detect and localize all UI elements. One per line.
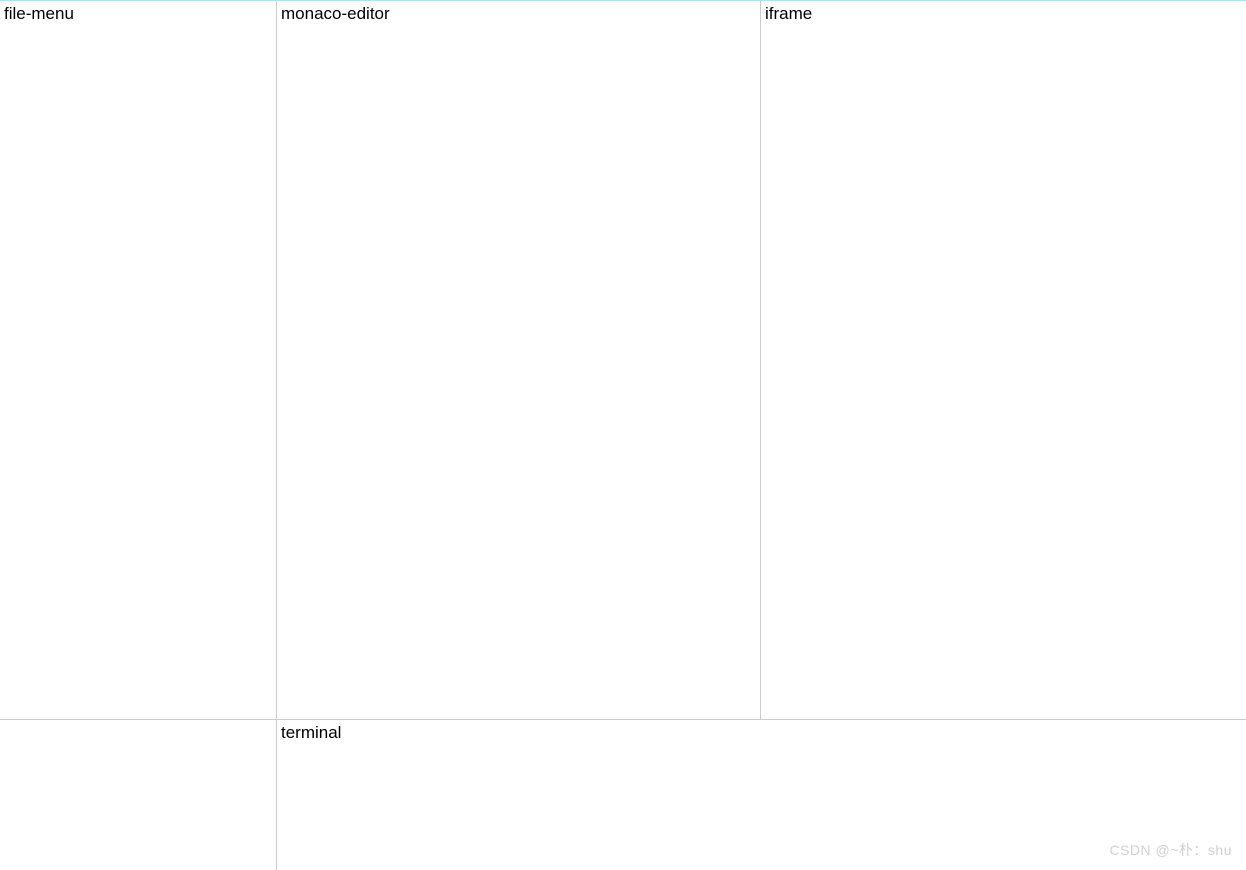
layout-container: file-menu monaco-editor iframe terminal [0, 0, 1246, 870]
top-row: file-menu monaco-editor iframe [0, 1, 1246, 719]
terminal-label: terminal [281, 723, 341, 742]
monaco-editor-panel[interactable]: monaco-editor [276, 1, 761, 719]
file-menu-panel[interactable]: file-menu [0, 1, 276, 719]
watermark-text: CSDN @~朴：shu [1109, 840, 1232, 860]
bottom-row: terminal [0, 719, 1246, 870]
iframe-panel[interactable]: iframe [761, 1, 1246, 719]
bottom-spacer [0, 720, 276, 870]
iframe-label: iframe [765, 4, 812, 23]
terminal-panel[interactable]: terminal [276, 720, 1246, 870]
monaco-editor-label: monaco-editor [281, 4, 390, 23]
file-menu-label: file-menu [4, 4, 74, 23]
